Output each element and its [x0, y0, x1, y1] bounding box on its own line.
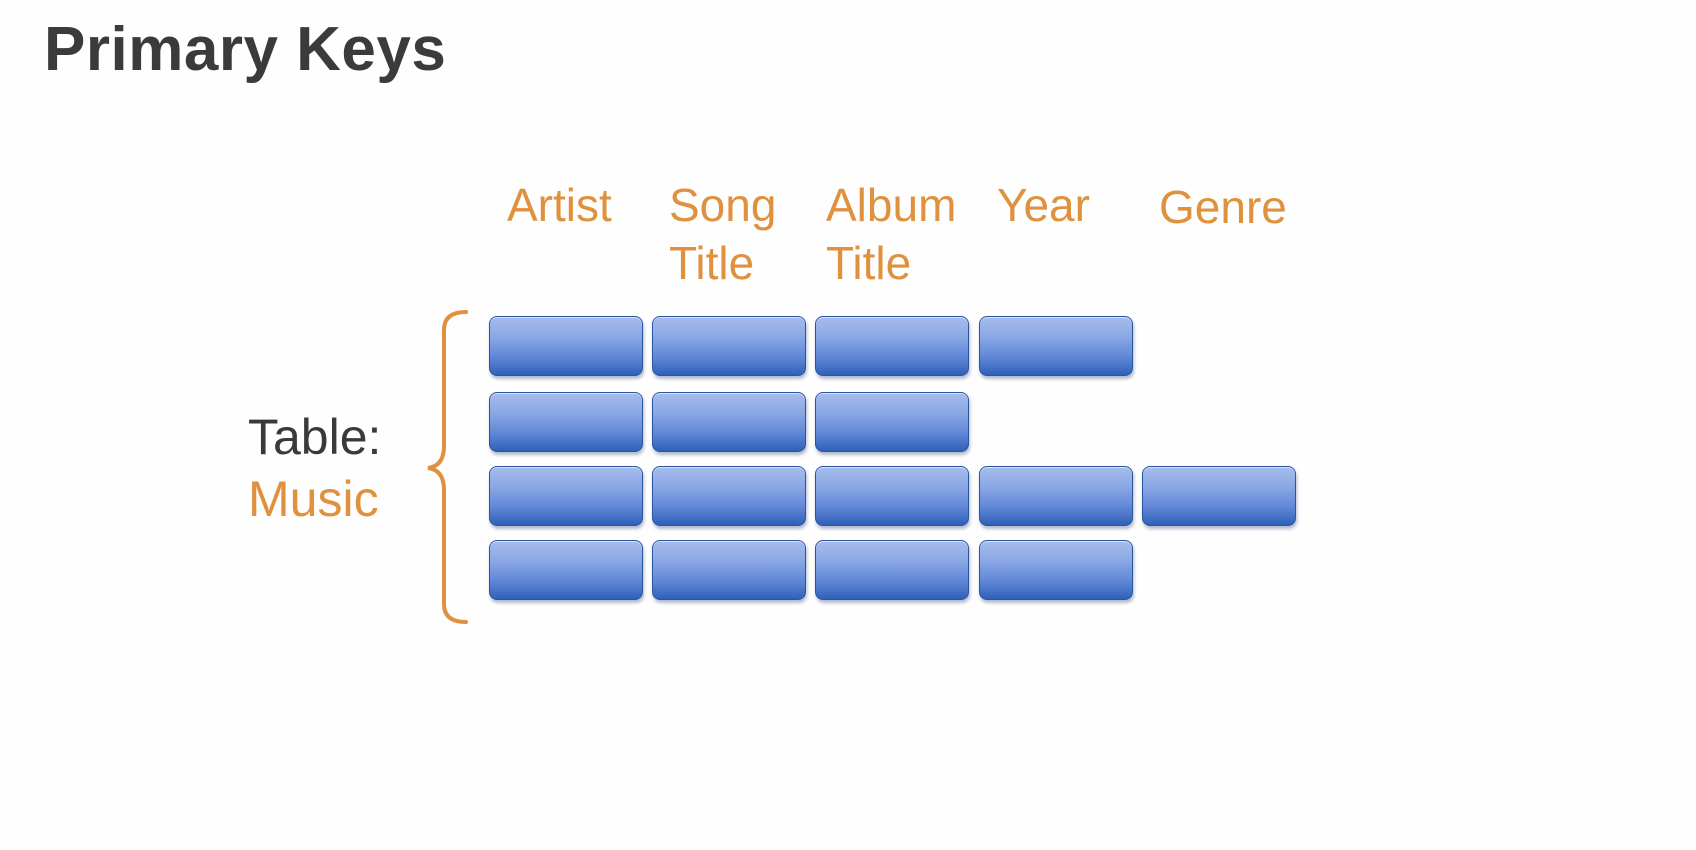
table-cell [979, 540, 1133, 600]
table-cell [815, 392, 969, 452]
column-header-artist: Artist [507, 179, 612, 231]
table-cell [979, 316, 1133, 376]
table-cell [652, 540, 806, 600]
slide-title: Primary Keys [44, 15, 447, 84]
table-cell [489, 466, 643, 526]
column-header-album-title: Album Title [826, 179, 957, 289]
column-header-genre: Genre [1159, 181, 1287, 233]
column-header-year: Year [997, 179, 1090, 231]
column-header-song-title: Song Title [669, 179, 777, 289]
table-cell [652, 316, 806, 376]
slide: Primary Keys Artist Song Title Album Tit… [0, 0, 1696, 850]
table-cell [489, 392, 643, 452]
table-cell [489, 540, 643, 600]
table-cell [815, 466, 969, 526]
curly-brace-icon [427, 310, 468, 624]
table-label: Table: Music [248, 406, 381, 530]
table-cell [815, 316, 969, 376]
table-cell [652, 392, 806, 452]
table-cell [652, 466, 806, 526]
table-label-prefix: Table: [248, 409, 382, 465]
table-label-name: Music [248, 471, 379, 527]
table-cell [815, 540, 969, 600]
table-cell [489, 316, 643, 376]
table-cell [979, 466, 1133, 526]
table-cell [1142, 466, 1296, 526]
